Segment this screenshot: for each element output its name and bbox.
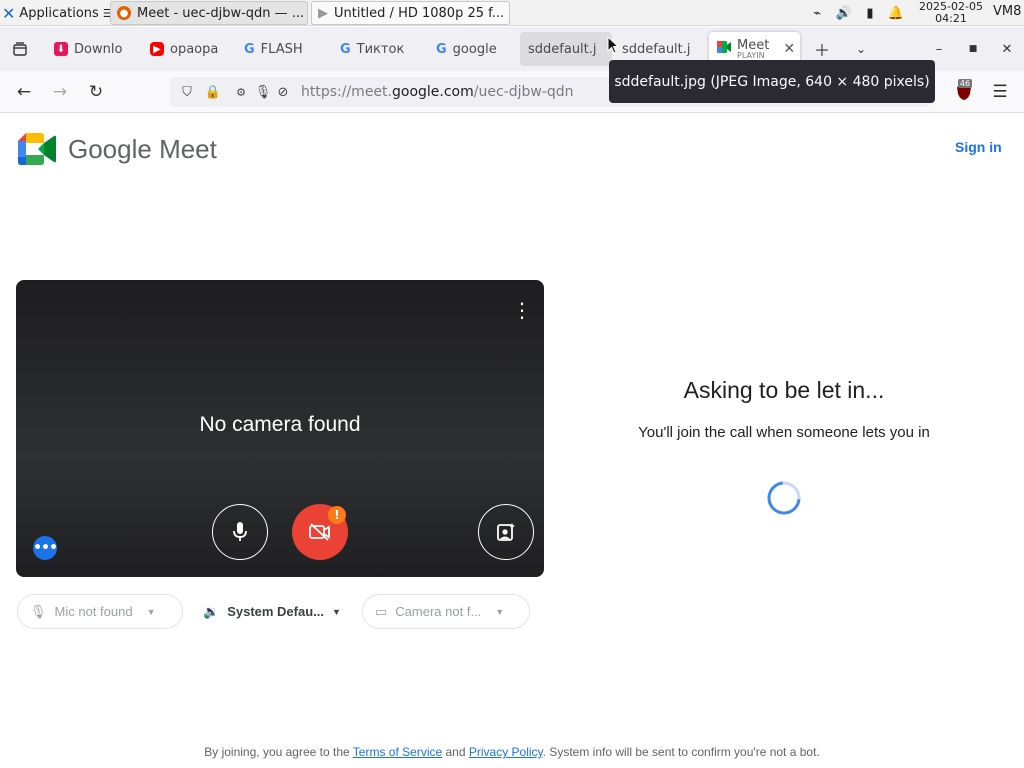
shield-icon[interactable]: ⛉ [178,83,196,101]
tab-label: Тикток [356,41,405,57]
portrait-sparkle-icon [497,523,515,541]
notification-bell-icon[interactable]: 🔔 [886,3,906,23]
close-window-icon[interactable]: ✕ [995,37,1019,61]
speaker-select-label: System Defau... [227,604,325,619]
logo-text: Google Meet [68,133,217,164]
chevron-down-icon: ▼ [332,606,341,617]
microphone-button[interactable] [212,504,268,560]
clock-time: 04:21 [935,12,967,25]
google-icon: G [244,41,255,57]
firefox-icon: ● [117,6,131,20]
video-preview: ⋮ No camera found ! ••• [16,280,544,577]
forward-arrow-icon[interactable]: → [48,80,72,104]
applications-label: Applications [19,5,99,21]
close-tab-icon[interactable]: ✕ [783,41,795,57]
camera-warning-badge: ! [328,506,346,524]
reload-icon[interactable]: ↻ [84,80,108,104]
tab-downloads[interactable]: ⬇ Downlo [46,32,138,66]
privacy-policy-link[interactable]: Privacy Policy [469,745,543,759]
tab-label: Downlo [74,41,123,57]
google-icon: G [436,41,447,57]
tab-tooltip: sddefault.jpg (JPEG Image, 640 × 480 pix… [609,60,935,103]
new-tab-icon[interactable]: ＋ [810,37,834,61]
url-text: https://meet.google.com/uec-djbw-qdn [301,84,574,100]
os-taskbar: ✕ Applications ☰ ● Meet - uec-djbw-qdn —… [0,0,1024,26]
extension-badge: 46 [958,79,972,88]
permissions-icon[interactable]: ⚙ [232,83,250,101]
mic-select-label: Mic not found [54,604,133,619]
tab-tiktok[interactable]: G Тикток [332,32,422,66]
download-icon: ⬇ [54,42,68,56]
firefox-view-icon[interactable] [8,37,32,61]
camera-off-icon [309,523,330,541]
no-camera-message: No camera found [199,413,361,436]
more-effects-icon[interactable]: ••• [33,536,58,560]
video-window-icon: ▶ [318,5,328,21]
back-arrow-icon[interactable]: ← [12,80,36,104]
taskbar-window-meet[interactable]: ● Meet - uec-djbw-qdn — ... [110,1,308,25]
terms-footer: By joining, you agree to the Terms of Se… [0,745,1024,759]
terms-of-service-link[interactable]: Terms of Service [353,745,442,759]
tab-sddefault-1[interactable]: sddefault.j [520,32,612,66]
minimize-window-icon[interactable]: – [927,37,951,61]
camera-blocked-icon[interactable]: ⊘ [274,83,292,101]
tab-opaopa[interactable]: ▶ opaopa [142,32,230,66]
tab-label: FLASH [260,41,303,57]
hamburger-menu-icon[interactable]: ☰ [988,80,1012,104]
tab-label: opaopa [170,41,219,57]
visual-effects-button[interactable] [478,504,534,560]
xfce-logo-icon: ✕ [2,3,16,23]
speaker-icon: 🔉 [203,603,220,619]
chevron-down-icon: ▼ [146,606,156,617]
footer-prefix: By joining, you agree to the [204,745,353,759]
youtube-icon: ▶ [150,42,164,56]
asking-subtitle: You'll join the call when someone lets y… [638,424,930,441]
tab-label: sddefault.j [622,41,691,57]
taskbar-window-title: Meet - uec-djbw-qdn — ... [137,5,305,21]
footer-and: and [442,745,469,759]
clock[interactable]: 2025-02-05 04:21 [914,1,988,25]
speaker-select[interactable]: 🔉 System Defau... ▼ [190,594,352,629]
tab-google[interactable]: G google [428,32,514,66]
camera-select[interactable]: ▭ Camera not f... ▼ [362,594,530,629]
microphone-permission-icon[interactable]: 🎙 [254,83,272,101]
footer-suffix: . System info will be sent to confirm yo… [542,745,820,759]
asking-title: Asking to be let in... [683,377,885,403]
mouse-cursor-icon [607,36,619,54]
network-icon[interactable]: ⌁ [806,3,828,23]
taskbar-window-title: Untitled / HD 1080p 25 f... [334,5,505,21]
google-icon: G [340,41,351,57]
vm-label: VM8 [993,4,1022,19]
tab-label: Meet [737,37,770,53]
camera-select-label: Camera not f... [395,604,482,619]
mic-icon: 🎙 [30,603,47,619]
meet-icon [717,41,731,57]
applications-menu[interactable]: ✕ Applications ☰ [2,3,113,23]
microphone-icon [233,522,247,541]
chevron-down-icon: ▼ [495,606,505,617]
mic-select[interactable]: 🎙 Mic not found ▼ [17,594,183,629]
camera-icon: ▭ [375,603,388,619]
tab-flash[interactable]: G FLASH [236,32,326,66]
volume-icon[interactable]: 🔊 [834,3,854,23]
tab-playing-label: PLAYIN [737,50,765,60]
tab-label: sddefault.j [528,41,597,57]
tab-label: google [452,41,497,57]
taskbar-window-untitled[interactable]: ▶ Untitled / HD 1080p 25 f... [311,1,510,25]
lock-icon[interactable]: 🔒 [204,83,222,101]
sign-in-link[interactable]: Sign in [955,139,1002,155]
meet-logo-icon [18,133,56,165]
maximize-window-icon[interactable]: ■ [961,37,985,61]
battery-icon[interactable]: ▮ [860,3,880,23]
more-options-icon[interactable]: ⋮ [512,298,532,322]
loading-spinner-icon [767,481,801,515]
google-meet-logo[interactable]: Google Meet [18,133,217,165]
list-tabs-chevron-icon[interactable]: ⌄ [849,37,873,61]
